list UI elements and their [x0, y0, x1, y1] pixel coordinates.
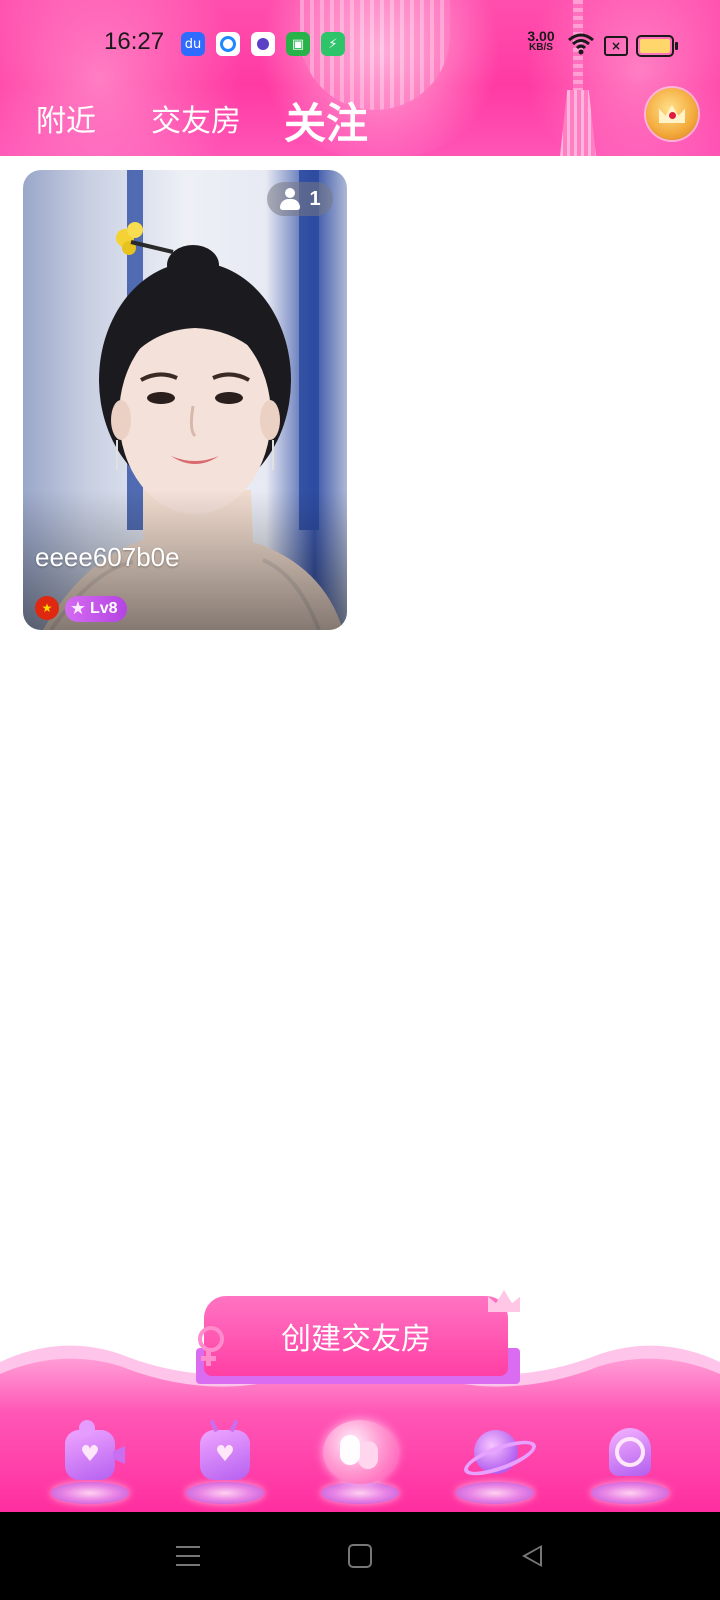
browser-icon [216, 32, 240, 56]
level-badge: ★ Lv8 [65, 596, 127, 622]
nav-profile[interactable] [585, 1424, 675, 1514]
profile-blob-icon [609, 1428, 651, 1476]
battery-icon [636, 35, 678, 57]
nav-video-chat[interactable]: ♥ [45, 1420, 135, 1514]
crown-icon [488, 1290, 520, 1312]
create-room-label: 创建交友房 [204, 1296, 508, 1376]
tv-heart-icon: ♥ [200, 1419, 250, 1480]
female-symbol-icon [196, 1326, 226, 1370]
create-room-button[interactable]: 创建交友房 [196, 1290, 520, 1388]
system-nav-bar [0, 1512, 720, 1600]
status-bar: 16:27 du ▣ ⚡ 3.00 KB/S × [0, 0, 720, 88]
viewer-count-badge: 1 [267, 182, 333, 216]
star-icon: ★ [69, 598, 87, 619]
room-card[interactable]: 1 eeee607b0e ★ ★ Lv8 [23, 170, 347, 630]
crown-icon [659, 105, 685, 123]
charge-app-icon: ⚡ [321, 32, 345, 56]
crown-avatar-button[interactable] [646, 88, 698, 140]
back-button[interactable] [492, 1512, 572, 1600]
person-icon [279, 188, 301, 210]
home-icon [348, 1544, 372, 1568]
china-flag-icon: ★ [35, 596, 59, 620]
nav-friend-room[interactable] [315, 1420, 405, 1514]
sim-off-icon: × [604, 36, 628, 56]
nav-discover[interactable] [450, 1424, 540, 1514]
store-icon: ▣ [286, 32, 310, 56]
recent-apps-button[interactable] [148, 1512, 228, 1600]
baidu-icon: du [181, 32, 205, 56]
wifi-icon [568, 33, 594, 55]
top-header: 16:27 du ▣ ⚡ 3.00 KB/S × 附近 交友房 关注 [0, 0, 720, 156]
video-heart-icon: ♥ [65, 1420, 125, 1480]
host-name: eeee607b0e [35, 542, 180, 572]
home-button[interactable] [320, 1512, 400, 1600]
tab-following[interactable]: 关注 [284, 90, 368, 151]
net-speed-value: 3.00 [527, 28, 555, 44]
friends-room-icon [323, 1420, 397, 1484]
tab-friend-room[interactable]: 交友房 [151, 96, 241, 140]
tab-nearby[interactable]: 附近 [36, 96, 96, 140]
net-speed: 3.00 KB/S [522, 28, 560, 54]
status-time: 16:27 [104, 28, 165, 55]
nav-live-tv[interactable]: ♥ [180, 1419, 270, 1514]
back-icon [522, 1545, 542, 1567]
level-label: Lv8 [90, 600, 118, 617]
app-icon [251, 32, 275, 56]
menu-icon [176, 1546, 200, 1566]
viewer-count: 1 [309, 187, 321, 210]
